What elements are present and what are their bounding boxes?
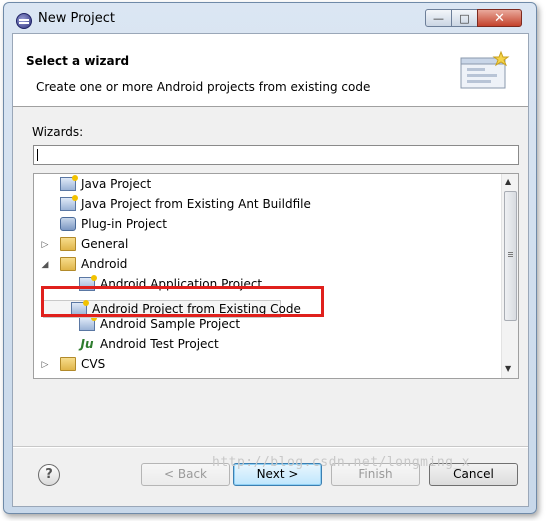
tree-item-label: Plug-in Project [81, 217, 167, 231]
folder-icon [60, 257, 76, 271]
collapse-android-toggle[interactable]: ◢ [40, 260, 50, 270]
minimize-button[interactable]: — [425, 9, 452, 27]
tree-item-general[interactable]: General [60, 235, 128, 253]
expand-general-toggle[interactable]: ▷ [40, 240, 50, 250]
banner-title: Select a wizard [26, 54, 130, 68]
tree-item-label: Android [81, 257, 128, 271]
tree-item-label: Android Test Project [100, 337, 219, 351]
scroll-down-icon[interactable]: ▼ [505, 364, 511, 373]
wizards-label: Wizards: [32, 125, 84, 139]
tree-item-label: Android Sample Project [100, 317, 241, 331]
close-icon: ✕ [494, 10, 505, 26]
android-project-icon [79, 315, 97, 331]
wizard-tree[interactable]: Java Project Java Project from Existing … [33, 173, 519, 379]
banner-description: Create one or more Android projects from… [36, 80, 371, 94]
java-project-icon [60, 195, 78, 211]
tree-item-java-ant-project[interactable]: Java Project from Existing Ant Buildfile [60, 195, 311, 213]
wizard-banner-icon [460, 50, 510, 89]
watermark-text: http://blog.csdn.net/longming_x [212, 455, 471, 470]
folder-icon [60, 237, 76, 251]
tree-item-label: General [81, 237, 129, 251]
plugin-project-icon [60, 217, 76, 231]
scroll-up-icon[interactable]: ▲ [505, 177, 511, 186]
help-icon: ? [45, 467, 53, 482]
folder-icon [60, 357, 76, 371]
expand-cvs-toggle[interactable]: ▷ [40, 360, 50, 370]
minimize-icon: — [433, 11, 444, 25]
tree-item-cvs[interactable]: CVS [60, 355, 105, 373]
java-project-icon [60, 175, 78, 191]
text-cursor [37, 149, 38, 161]
eclipse-icon [16, 13, 32, 29]
tree-item-java-project[interactable]: Java Project [60, 175, 151, 193]
close-button[interactable]: ✕ [477, 9, 522, 27]
junit-icon: Ju [80, 337, 94, 351]
title-bar[interactable]: New Project — □ ✕ [4, 3, 536, 33]
tree-item-plugin-project[interactable]: Plug-in Project [60, 215, 167, 233]
tree-item-label: Java Project [81, 177, 152, 191]
maximize-icon: □ [459, 11, 470, 25]
scrollbar-thumb[interactable] [504, 191, 517, 321]
button-bar-separator [13, 446, 528, 448]
tree-item-label: Java Project from Existing Ant Buildfile [81, 197, 311, 211]
help-button[interactable]: ? [38, 464, 60, 486]
wizard-filter-input[interactable] [33, 145, 519, 165]
tree-item-android-test-project[interactable]: Ju Android Test Project [79, 335, 219, 353]
wizard-banner: Select a wizard Create one or more Andro… [13, 34, 528, 107]
window-title: New Project [38, 11, 115, 26]
tree-item-label: CVS [81, 357, 106, 371]
red-highlight-box [41, 286, 324, 317]
grip-icon [508, 252, 513, 253]
dialog-body: Select a wizard Create one or more Andro… [12, 33, 529, 507]
maximize-button[interactable]: □ [451, 9, 478, 27]
tree-vertical-scrollbar[interactable]: ▲ ▼ [501, 174, 518, 378]
new-project-window: New Project — □ ✕ Select a wizard Create… [3, 2, 537, 514]
tree-item-android[interactable]: Android [60, 255, 127, 273]
